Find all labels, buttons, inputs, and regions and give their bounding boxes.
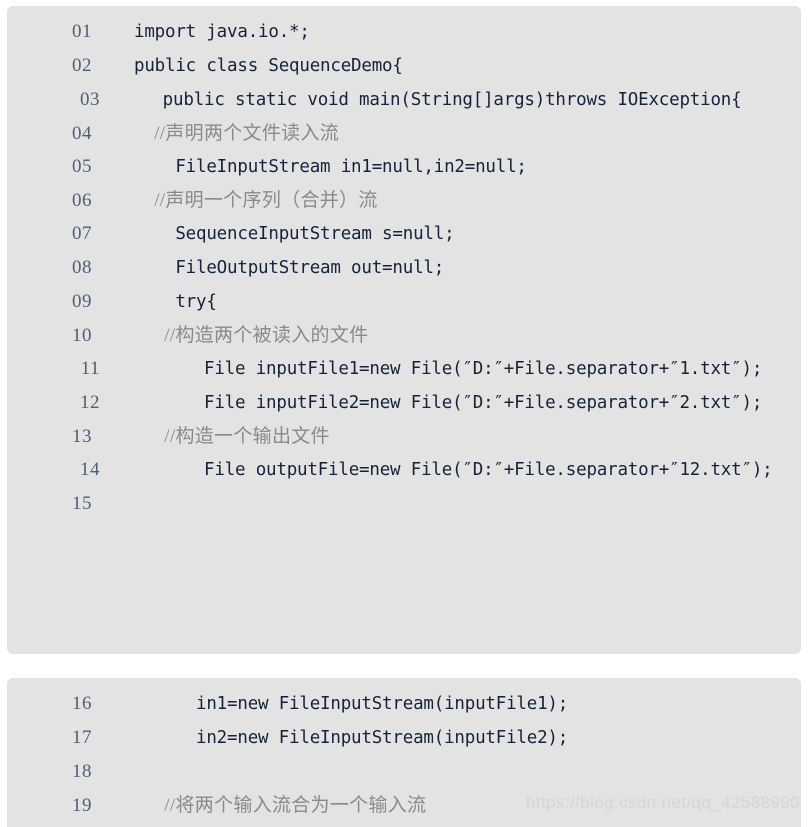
line-number: 11 <box>80 358 100 379</box>
code-line: 09 try{ <box>7 285 801 319</box>
line-number: 08 <box>72 257 92 278</box>
code-text: SequenceInputStream s=null; <box>134 224 455 244</box>
code-line: 07 SequenceInputStream s=null; <box>7 217 801 251</box>
line-number: 13 <box>72 426 92 447</box>
line-number: 12 <box>80 392 100 413</box>
code-line: 12 File inputFile2=new File(″D:″+File.se… <box>7 386 801 420</box>
line-number: 05 <box>72 156 92 177</box>
line-number: 17 <box>72 727 92 748</box>
code-block-1[interactable]: 01 import java.io.*; 02 public class Sequen… <box>7 6 801 654</box>
code-line: 03 public static void main(String[]args)… <box>7 83 801 117</box>
code-line: 04 //声明两个文件读入流 <box>7 117 801 150</box>
code-text: File inputFile1=new File(″D:″+File.separ… <box>142 359 763 379</box>
line-number: 03 <box>80 89 100 110</box>
code-text: in2=new FileInputStream(inputFile2); <box>134 728 569 748</box>
line-number: 07 <box>72 223 92 244</box>
code-line: 16 in1=new FileInputStream(inputFile1); <box>7 687 801 721</box>
code-comment: //声明两个文件读入流 <box>134 123 340 144</box>
code-text: FileInputStream in1=null,in2=null; <box>134 157 527 177</box>
line-number: 02 <box>72 55 92 76</box>
code-screenshot-page: 01 import java.io.*; 02 public class Sequen… <box>0 0 808 827</box>
code-text: in1=new FileInputStream(inputFile1); <box>134 694 569 714</box>
line-number: 15 <box>72 493 92 514</box>
code-line: 15 <box>7 487 801 521</box>
code-line: 17 in2=new FileInputStream(inputFile2); <box>7 721 801 755</box>
line-number: 16 <box>72 693 92 714</box>
code-line: 01 import java.io.*; <box>7 15 801 49</box>
csdn-watermark: https://blog.csdn.net/qq_42588990 <box>525 793 800 812</box>
code-text: public static void main(String[]args)thr… <box>142 90 742 110</box>
code-line: 13 //构造一个输出文件 <box>7 420 801 453</box>
code-line: 02 public class SequenceDemo{ <box>7 49 801 83</box>
line-number: 19 <box>72 795 92 816</box>
code-text: public class SequenceDemo{ <box>134 56 403 76</box>
line-number: 09 <box>72 291 92 312</box>
line-number: 01 <box>72 21 92 42</box>
code-lines-1: 01 import java.io.*; 02 public class Sequen… <box>7 6 801 521</box>
code-text: import java.io.*; <box>134 22 310 42</box>
code-line: 06 //声明一个序列（合并）流 <box>7 184 801 217</box>
line-number: 14 <box>80 459 100 480</box>
code-line: 10 //构造两个被读入的文件 <box>7 319 801 352</box>
code-comment: //声明一个序列（合并）流 <box>134 190 378 211</box>
code-comment: //构造两个被读入的文件 <box>134 325 369 346</box>
line-number: 18 <box>72 761 92 782</box>
code-line: 18 <box>7 755 801 789</box>
line-number: 04 <box>72 123 92 144</box>
code-text: File inputFile2=new File(″D:″+File.separ… <box>142 393 763 413</box>
code-text: File outputFile=new File(″D:″+File.separ… <box>142 460 773 480</box>
code-comment: //构造一个输出文件 <box>134 426 330 447</box>
code-line: 11 File inputFile1=new File(″D:″+File.se… <box>7 352 801 386</box>
code-line: 08 FileOutputStream out=null; <box>7 251 801 285</box>
line-number: 06 <box>72 190 92 211</box>
line-number: 10 <box>72 325 92 346</box>
code-text: try{ <box>134 292 217 312</box>
code-text: FileOutputStream out=null; <box>134 258 445 278</box>
code-comment: //将两个输入流合为一个输入流 <box>134 795 427 816</box>
code-line: 05 FileInputStream in1=null,in2=null; <box>7 150 801 184</box>
code-line: 14 File outputFile=new File(″D:″+File.se… <box>7 453 801 487</box>
